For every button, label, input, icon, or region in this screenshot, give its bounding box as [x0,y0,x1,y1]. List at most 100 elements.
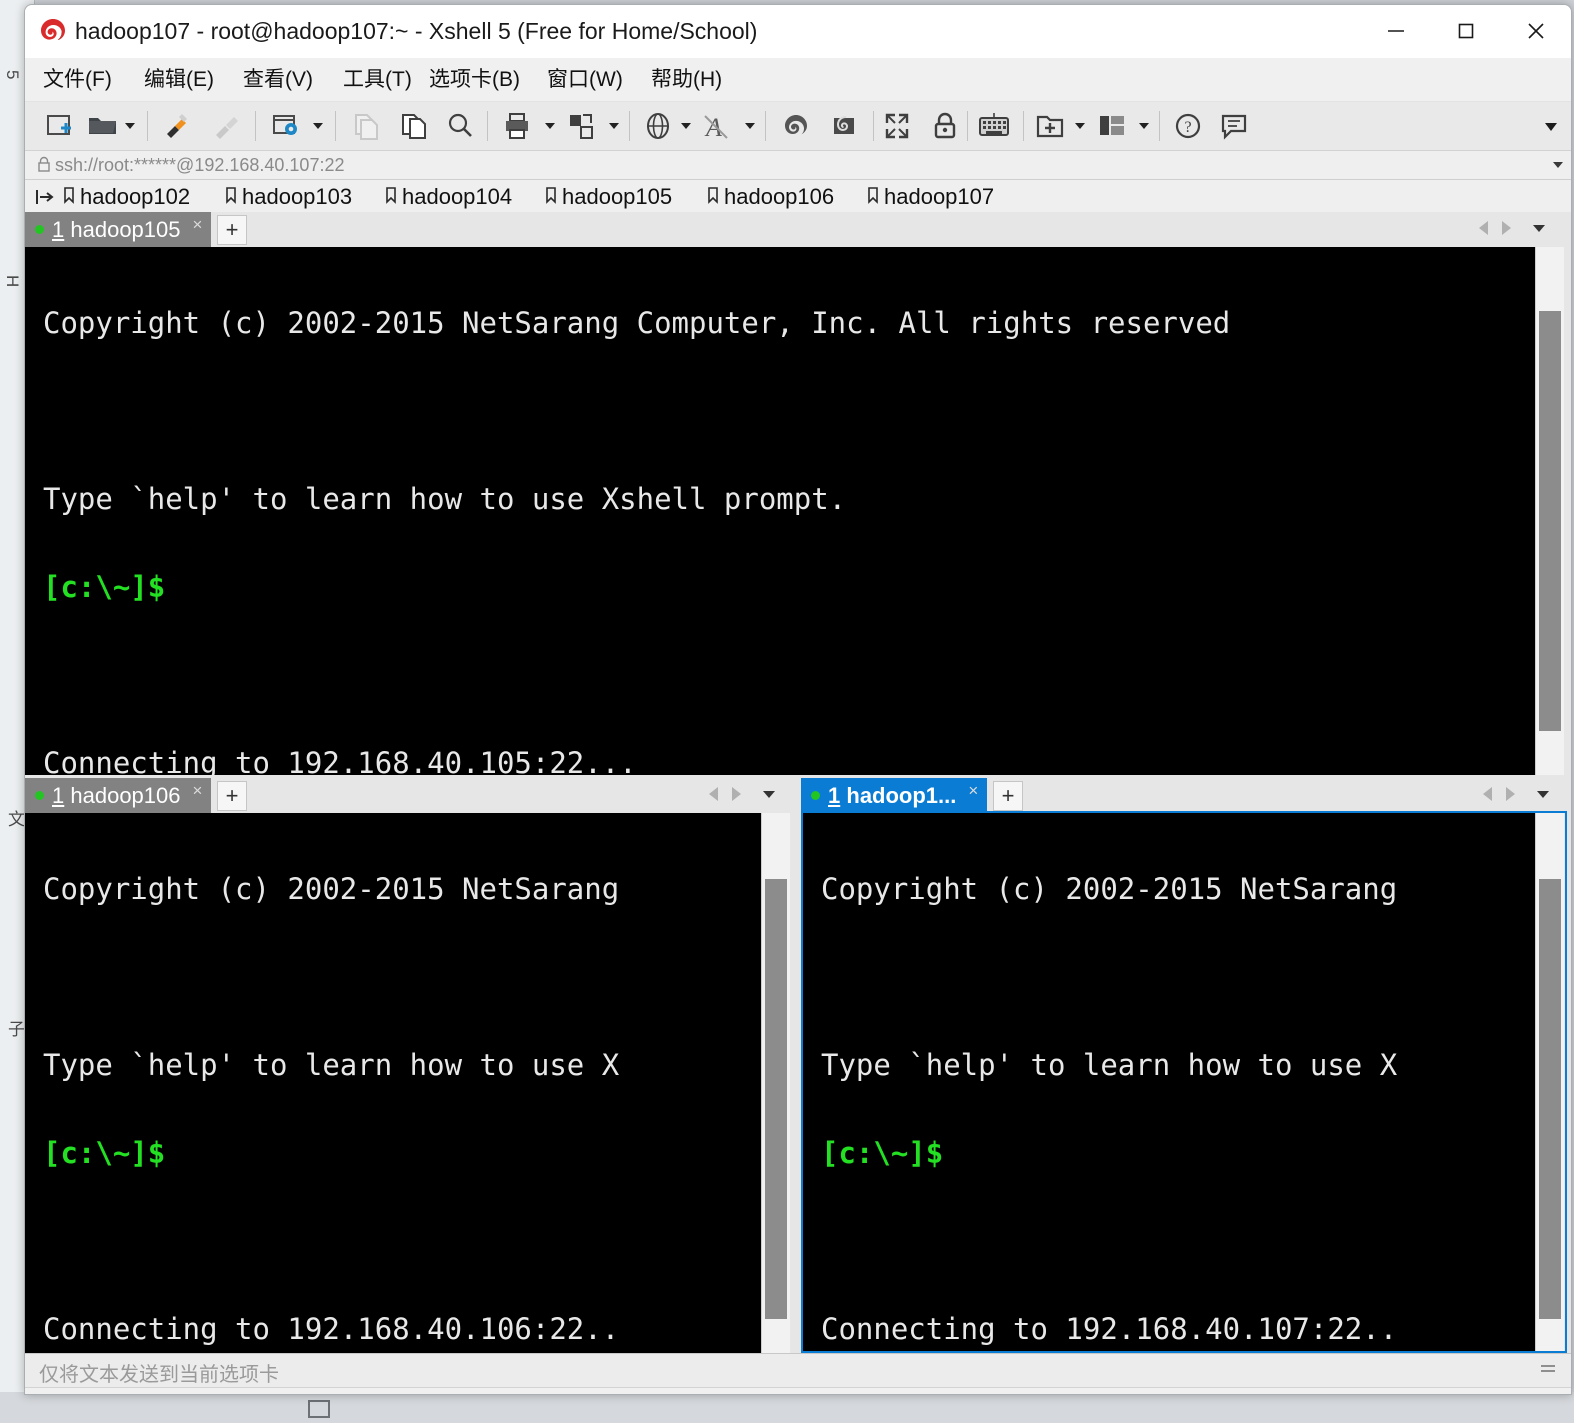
tab-scroll-left-icon[interactable] [1483,787,1492,801]
tab-list-chevron-down-icon[interactable] [1533,224,1545,232]
keyboard-icon[interactable] [977,107,1011,145]
session-bookmark-hadoop103[interactable]: hadoop103 [225,181,352,213]
new-tab-dropdown-icon[interactable] [1075,123,1085,129]
open-folder-icon[interactable] [87,107,119,145]
menu-view[interactable]: 查看(V) [237,65,319,95]
connect-icon[interactable] [161,107,193,145]
connected-status-dot-icon [35,225,44,234]
menu-tools[interactable]: 工具(T) [337,65,418,95]
pane-hadoop107[interactable]: 1 hadoop1... × + Copyright (c) 2002-2015… [801,778,1571,1353]
taskbar-window-button[interactable] [300,1392,340,1423]
tab-scroll-right-icon[interactable] [1502,221,1511,235]
menu-file[interactable]: 文件(F) [37,65,118,95]
minimize-button[interactable] [1361,5,1431,57]
layout-icon[interactable] [1097,107,1127,145]
bookmark-flag-icon [707,184,719,210]
session-bookmark-hadoop102[interactable]: hadoop102 [63,181,190,213]
scrollbar-thumb[interactable] [1539,879,1561,1319]
tab-scroll-controls[interactable] [1479,221,1545,235]
pane-hadoop105[interactable]: 1 hadoop105 × + Copyright (c) 2002-2015 … [25,212,1571,775]
terminal-line: Copyright (c) 2002-2015 NetSarang [821,872,1398,906]
print-dropdown-icon[interactable] [545,123,555,129]
session-label: hadoop102 [80,184,191,209]
terminal-line-prompt: [c:\~]$ [821,1136,944,1170]
globe-dropdown-icon[interactable] [681,123,691,129]
paste-icon[interactable] [399,107,429,145]
menu-edit[interactable]: 编辑(E) [138,65,220,95]
tab-close-icon[interactable]: × [193,781,203,801]
terminal-output-hadoop105[interactable]: Copyright (c) 2002-2015 NetSarang Comput… [25,247,1535,775]
session-label: hadoop106 [724,184,835,209]
scrollbar-thumb[interactable] [1539,311,1561,731]
bookmark-flag-icon [867,184,879,210]
session-bookmark-hadoop105[interactable]: hadoop105 [545,181,672,213]
tab-scroll-left-icon[interactable] [709,787,718,801]
feedback-icon[interactable] [1219,107,1249,145]
new-tab-icon[interactable] [1035,107,1065,145]
close-button[interactable] [1501,5,1571,57]
terminal-panes-container: 1 hadoop105 × + Copyright (c) 2002-2015 … [25,212,1571,1353]
session-bookmark-hadoop107[interactable]: hadoop107 [867,181,994,213]
font-icon[interactable]: A [703,107,735,145]
pane-tabbar-hadoop105: 1 hadoop105 × + [25,212,1571,247]
terminal-scrollbar-hadoop106[interactable] [761,813,790,1353]
globe-icon[interactable] [643,107,673,145]
new-tab-button[interactable]: + [217,215,247,245]
transfer-icon[interactable] [567,107,599,145]
tab-scroll-right-icon[interactable] [1506,787,1515,801]
lock-icon[interactable] [931,107,959,145]
menu-tabs[interactable]: 选项卡(B) [423,65,526,95]
new-session-icon[interactable] [45,107,75,145]
lock-small-icon [37,156,51,179]
terminal-output-hadoop107[interactable]: Copyright (c) 2002-2015 NetSarang Type `… [803,813,1535,1351]
scrollbar-thumb[interactable] [765,879,787,1319]
send-text-hint-bar[interactable]: 仅将文本发送到当前选项卡 [25,1353,1571,1388]
terminal-scrollbar-hadoop105[interactable] [1535,247,1564,775]
tab-scroll-right-icon[interactable] [732,787,741,801]
tab-close-icon[interactable]: × [968,781,978,801]
transfer-dropdown-icon[interactable] [609,123,619,129]
find-icon[interactable] [445,107,475,145]
tab-scroll-controls[interactable] [1483,787,1549,801]
terminal-scrollbar-hadoop107[interactable] [1535,813,1564,1351]
help-icon[interactable]: ? [1173,107,1203,145]
address-value[interactable]: ssh://root:******@192.168.40.107:22 [55,154,344,176]
pane-hadoop106[interactable]: 1 hadoop106 × + Copyright (c) 2002-2015 … [25,778,797,1353]
menu-help[interactable]: 帮助(H) [645,65,728,95]
layout-dropdown-icon[interactable] [1139,123,1149,129]
terminal-output-hadoop106[interactable]: Copyright (c) 2002-2015 NetSarang Type `… [25,813,761,1353]
tab-hadoop107[interactable]: 1 hadoop1... × [801,778,987,813]
tab-list-chevron-down-icon[interactable] [763,790,775,798]
tab-close-icon[interactable]: × [193,215,203,235]
tab-scroll-left-icon[interactable] [1479,221,1488,235]
open-folder-dropdown-icon[interactable] [125,123,135,129]
tab-hadoop105[interactable]: 1 hadoop105 × [25,212,211,247]
address-bar[interactable]: ssh://root:******@192.168.40.107:22 [25,151,1571,180]
menu-window[interactable]: 窗口(W) [541,65,629,95]
session-expand-icon[interactable] [35,187,55,212]
session-bookmark-hadoop106[interactable]: hadoop106 [707,181,834,213]
new-tab-button[interactable]: + [217,781,247,811]
toolbar-separator [147,111,148,141]
terminal-line: Copyright (c) 2002-2015 NetSarang [43,872,620,906]
terminal-line: Connecting to 192.168.40.105:22... [43,746,637,775]
session-bookmark-hadoop104[interactable]: hadoop104 [385,181,512,213]
maximize-button[interactable] [1431,5,1501,57]
toolbar-overflow-chevron-down-icon[interactable] [1545,123,1557,131]
session-properties-dropdown-icon[interactable] [313,123,323,129]
new-tab-button[interactable]: + [993,781,1023,811]
print-icon[interactable] [503,107,535,145]
xshell-icon[interactable] [781,107,811,145]
tab-hadoop106[interactable]: 1 hadoop106 × [25,778,211,813]
xftp-icon[interactable] [829,107,859,145]
tab-list-chevron-down-icon[interactable] [1537,790,1549,798]
font-dropdown-icon[interactable] [745,123,755,129]
tab-scroll-controls[interactable] [709,787,775,801]
fullscreen-icon[interactable] [883,107,915,145]
toolbar-separator [765,111,766,141]
address-chevron-down-icon[interactable] [1553,162,1563,168]
session-label: hadoop103 [242,184,353,209]
session-properties-icon[interactable] [271,107,303,145]
